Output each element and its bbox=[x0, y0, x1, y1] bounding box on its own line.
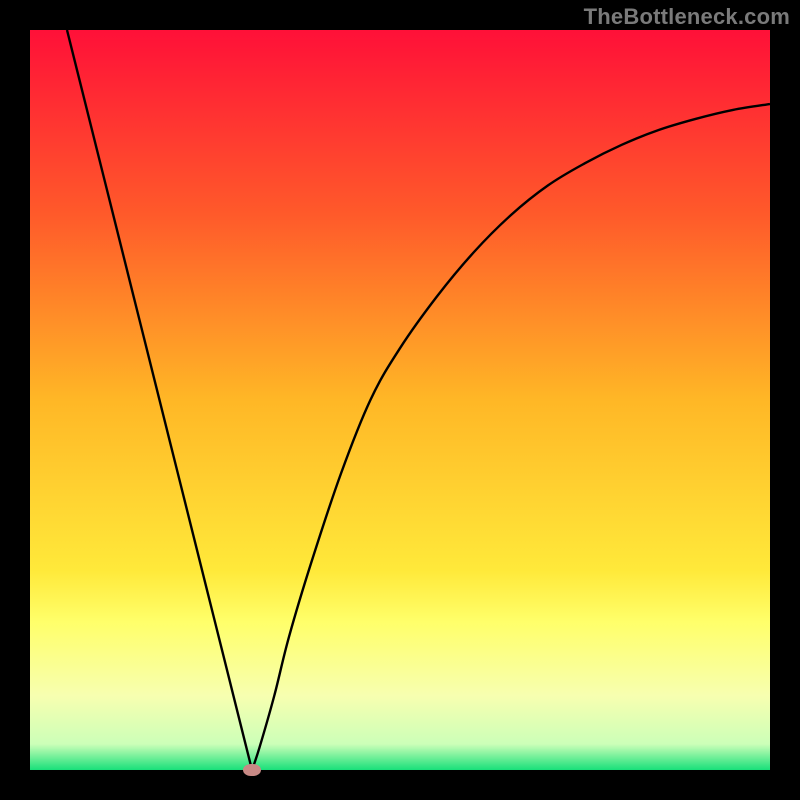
plot-svg bbox=[30, 30, 770, 770]
watermark-text: TheBottleneck.com bbox=[584, 4, 790, 30]
chart-frame: TheBottleneck.com bbox=[0, 0, 800, 800]
plot-area bbox=[30, 30, 770, 770]
gradient-background bbox=[30, 30, 770, 770]
vertex-marker bbox=[243, 764, 261, 776]
